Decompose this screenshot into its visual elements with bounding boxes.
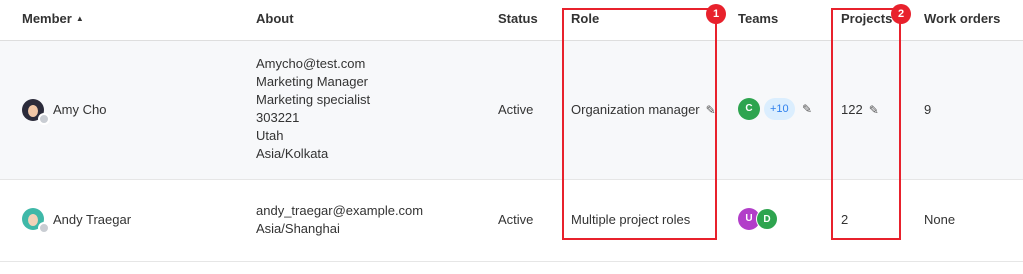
column-header-about[interactable]: About — [256, 11, 294, 26]
team-chip[interactable]: D — [756, 208, 778, 230]
about-email: andy_traegar@example.com — [256, 203, 424, 218]
team-chip[interactable]: C — [738, 98, 760, 120]
about-location: Utah — [256, 128, 284, 143]
about-timezone: Asia/Kolkata — [256, 146, 329, 161]
pencil-icon[interactable]: ✎ — [802, 102, 812, 116]
about-details: andy_traegar@example.com Asia/Shanghai — [256, 202, 423, 238]
about-title: Marketing Manager — [256, 74, 368, 89]
work-orders-count: None — [924, 212, 956, 227]
column-header-work-orders[interactable]: Work orders — [924, 11, 1000, 26]
highlight-badge-1: 1 — [706, 4, 726, 24]
column-header-member[interactable]: Member ▲ — [22, 11, 84, 26]
column-header-status[interactable]: Status — [498, 11, 538, 26]
highlight-badge-2: 2 — [891, 4, 911, 24]
status-text: Active — [498, 102, 534, 117]
presence-dot — [38, 113, 50, 125]
sort-ascending-icon[interactable]: ▲ — [76, 14, 84, 23]
about-id: 303221 — [256, 110, 300, 125]
teams-more-badge[interactable]: +10 — [764, 98, 795, 120]
highlight-box-projects — [831, 8, 901, 240]
presence-dot — [38, 222, 50, 234]
member-name[interactable]: Andy Traegar — [53, 212, 131, 227]
work-orders-count: 9 — [924, 102, 932, 117]
about-email: Amycho@test.com — [256, 56, 366, 71]
teams-edit: ✎ — [802, 101, 812, 116]
status-text: Active — [498, 212, 534, 227]
avatar-face — [28, 214, 38, 226]
highlight-box-role — [562, 8, 717, 240]
about-timezone: Asia/Shanghai — [256, 221, 340, 236]
avatar-face — [28, 105, 38, 117]
about-department: Marketing specialist — [256, 92, 371, 107]
about-details: Amycho@test.com Marketing Manager Market… — [256, 55, 370, 163]
member-name[interactable]: Amy Cho — [53, 102, 106, 117]
column-header-teams[interactable]: Teams — [738, 11, 778, 26]
